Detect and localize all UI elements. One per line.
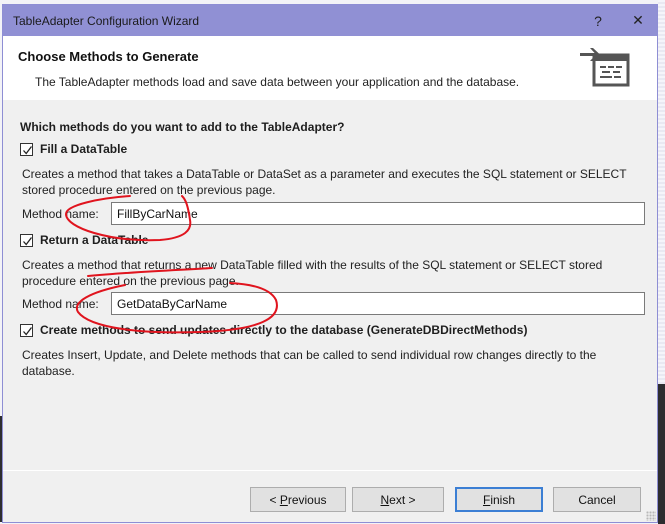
next-mnemonic: N (380, 492, 390, 507)
previous-button[interactable]: < Previous (250, 487, 346, 512)
fill-datatable-label: Fill a DataTable (40, 142, 128, 156)
page-title: Choose Methods to Generate (18, 49, 199, 64)
title-bar: TableAdapter Configuration Wizard ? ✕ (3, 5, 657, 36)
window-title: TableAdapter Configuration Wizard (13, 13, 200, 28)
wizard-header: Choose Methods to Generate The TableAdap… (3, 36, 657, 100)
fill-datatable-option[interactable]: Fill a DataTable (20, 142, 127, 156)
return-datatable-label: Return a DataTable (40, 233, 149, 247)
wizard-dialog: TableAdapter Configuration Wizard ? ✕ Ch… (2, 4, 658, 523)
previous-rest: revious (287, 492, 327, 507)
next-button[interactable]: Next > (352, 487, 444, 512)
background-editor-strip (658, 384, 665, 524)
checkmark-icon (23, 236, 33, 246)
db-direct-methods-checkbox[interactable] (20, 323, 33, 337)
next-rest: ext > (389, 492, 416, 507)
fill-datatable-description: Creates a method that takes a DataTable … (22, 167, 627, 197)
page-subtitle: The TableAdapter methods load and save d… (35, 75, 520, 89)
return-datatable-option[interactable]: Return a DataTable (20, 233, 148, 247)
previous-mnemonic: P (279, 492, 288, 507)
finish-rest: inish (490, 492, 516, 507)
fill-method-name-input[interactable] (111, 202, 645, 225)
finish-button[interactable]: Finish (455, 487, 543, 512)
footer-divider (3, 470, 657, 471)
fill-datatable-checkbox[interactable] (20, 142, 33, 156)
return-datatable-description: Creates a method that returns a new Data… (22, 258, 603, 288)
get-method-name-label: Method name: (22, 297, 99, 311)
resize-grip[interactable] (646, 511, 656, 521)
close-button[interactable]: ✕ (621, 5, 655, 36)
checkmark-icon (23, 326, 33, 336)
previous-prefix: < (269, 492, 280, 507)
help-button[interactable]: ? (581, 5, 615, 36)
return-datatable-checkbox[interactable] (20, 233, 33, 247)
checkmark-icon (23, 145, 33, 155)
wizard-table-icon (580, 48, 630, 87)
db-direct-methods-description: Creates Insert, Update, and Delete metho… (22, 348, 597, 378)
db-direct-methods-label: Create methods to send updates directly … (40, 323, 528, 337)
methods-question: Which methods do you want to add to the … (20, 120, 345, 134)
cancel-button[interactable]: Cancel (553, 487, 641, 512)
db-direct-methods-option[interactable]: Create methods to send updates directly … (20, 323, 527, 337)
get-method-name-input[interactable] (111, 292, 645, 315)
fill-method-name-label: Method name: (22, 207, 99, 221)
